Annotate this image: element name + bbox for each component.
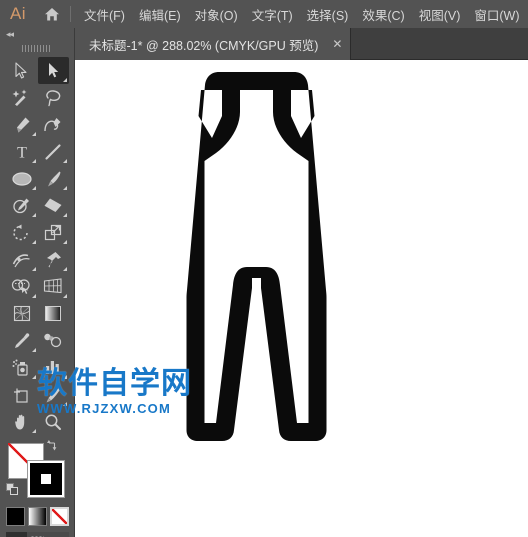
panel-drag-handle[interactable] xyxy=(0,41,74,55)
color-button[interactable] xyxy=(5,507,25,526)
tool-flyout-indicator xyxy=(31,159,36,163)
tool-flyout-indicator xyxy=(31,348,36,352)
home-icon[interactable] xyxy=(36,0,68,28)
column-graph-tool[interactable] xyxy=(38,354,70,381)
eraser-tool[interactable] xyxy=(38,192,70,219)
slice-tool[interactable] xyxy=(38,381,70,408)
menu-view[interactable]: 视图(V) xyxy=(412,0,468,28)
artboard-tool[interactable] xyxy=(6,381,38,408)
tool-flyout-indicator xyxy=(63,267,67,271)
document-tab-title: 未标题-1* @ 288.02% (CMYK/GPU 预览) xyxy=(89,38,319,53)
menu-file[interactable]: 文件(F) xyxy=(77,0,132,28)
tool-grid: T xyxy=(0,55,75,435)
shape-builder-tool[interactable] xyxy=(6,273,38,300)
eyedropper-tool[interactable] xyxy=(6,327,38,354)
swap-fill-stroke-icon[interactable] xyxy=(46,439,60,453)
selection-tool[interactable] xyxy=(6,57,38,84)
tool-flyout-indicator xyxy=(31,267,36,271)
direct-selection-tool[interactable] xyxy=(37,57,69,84)
hand-tool[interactable] xyxy=(6,408,38,435)
tool-flyout-indicator xyxy=(63,402,67,406)
shaper-tool[interactable] xyxy=(6,192,38,219)
menu-effect[interactable]: 效果(C) xyxy=(355,0,411,28)
pants-vector-artwork[interactable] xyxy=(75,60,528,537)
menu-select[interactable]: 选择(S) xyxy=(300,0,356,28)
free-transform-tool[interactable] xyxy=(38,246,70,273)
menu-separator xyxy=(70,6,71,22)
tool-flyout-indicator xyxy=(31,294,36,298)
perspective-grid-tool[interactable] xyxy=(38,273,70,300)
tool-flyout-indicator xyxy=(63,240,67,244)
curvature-tool[interactable] xyxy=(38,111,70,138)
tool-flyout-indicator xyxy=(31,240,36,244)
line-segment-tool[interactable] xyxy=(38,138,70,165)
gradient-button[interactable] xyxy=(27,507,47,526)
ai-logo: Ai xyxy=(9,4,27,23)
tool-flyout-indicator xyxy=(63,78,67,82)
illustrator-window: Ai 文件(F) 编辑(E) 对象(O) 文字(T) 选择(S) 效果(C) 视… xyxy=(0,0,528,537)
tool-flyout-indicator xyxy=(63,375,67,379)
tools-panel: ◂◂ T xyxy=(0,28,75,537)
menu-bar: Ai 文件(F) 编辑(E) 对象(O) 文字(T) 选择(S) 效果(C) 视… xyxy=(0,0,528,28)
close-icon[interactable]: ✕ xyxy=(332,38,342,50)
paintbrush-tool[interactable] xyxy=(38,165,70,192)
ellipse-tool[interactable] xyxy=(6,165,38,192)
type-tool[interactable]: T xyxy=(6,138,38,165)
tool-flyout-indicator xyxy=(31,132,36,136)
tool-flyout-indicator xyxy=(31,186,36,190)
tool-flyout-indicator xyxy=(63,213,67,217)
menu-type[interactable]: 文字(T) xyxy=(245,0,300,28)
pants-artwork-final xyxy=(75,60,528,537)
color-mode-buttons xyxy=(0,505,74,526)
draw-inside-button[interactable] xyxy=(47,532,69,537)
none-slash-icon xyxy=(51,509,67,524)
collapse-panel-icon[interactable]: ◂◂ xyxy=(0,28,75,41)
rotate-tool[interactable] xyxy=(6,219,38,246)
document-canvas[interactable] xyxy=(75,60,528,537)
none-button[interactable] xyxy=(49,507,69,526)
scale-tool[interactable] xyxy=(38,219,70,246)
svg-text:T: T xyxy=(17,145,27,161)
width-tool[interactable] xyxy=(6,246,38,273)
tool-flyout-indicator xyxy=(31,429,36,433)
tool-flyout-indicator xyxy=(63,159,67,163)
pen-tool[interactable] xyxy=(6,111,38,138)
draw-mode-buttons xyxy=(0,532,74,537)
blend-tool[interactable] xyxy=(38,327,70,354)
grip-dots xyxy=(22,44,52,52)
symbol-sprayer-tool[interactable] xyxy=(6,354,38,381)
menu-edit[interactable]: 编辑(E) xyxy=(132,0,188,28)
tool-flyout-indicator xyxy=(31,375,36,379)
draw-behind-button[interactable] xyxy=(26,532,48,537)
menu-object[interactable]: 对象(O) xyxy=(188,0,245,28)
tool-flyout-indicator xyxy=(63,186,67,190)
magic-wand-tool[interactable] xyxy=(6,84,38,111)
mesh-tool[interactable] xyxy=(6,300,38,327)
default-fill-stroke-icon[interactable] xyxy=(6,483,20,497)
stroke-swatch[interactable] xyxy=(27,460,65,498)
document-tab[interactable]: 未标题-1* @ 288.02% (CMYK/GPU 预览) ✕ xyxy=(75,28,352,60)
lasso-tool[interactable] xyxy=(38,84,70,111)
gradient-tool[interactable] xyxy=(38,300,70,327)
zoom-tool[interactable] xyxy=(38,408,70,435)
tool-flyout-indicator xyxy=(63,294,67,298)
draw-normal-button[interactable] xyxy=(5,532,27,537)
stroke-inner-hole xyxy=(39,472,53,486)
menu-window[interactable]: 窗口(W) xyxy=(467,0,526,28)
document-tab-bar: 未标题-1* @ 288.02% (CMYK/GPU 预览) ✕ xyxy=(75,28,528,60)
fill-stroke-controls xyxy=(0,439,75,505)
canvas-bg xyxy=(75,60,528,537)
tool-flyout-indicator xyxy=(31,213,36,217)
